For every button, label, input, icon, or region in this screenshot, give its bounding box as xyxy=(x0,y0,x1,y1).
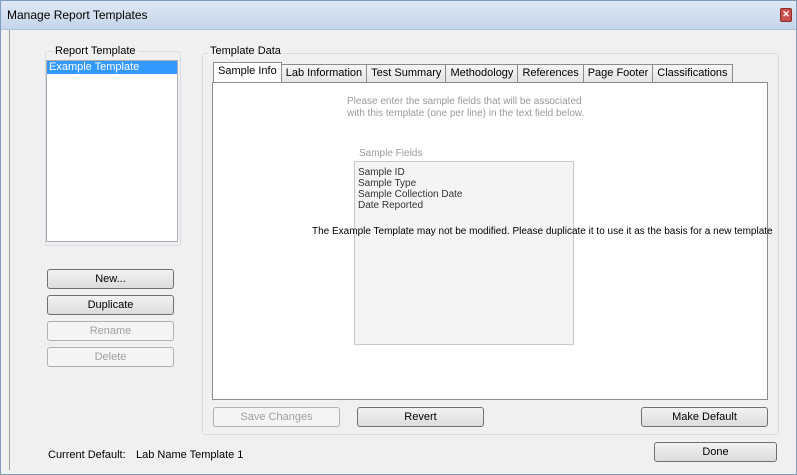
sample-fields-textarea[interactable]: Sample ID Sample Type Sample Collection … xyxy=(354,161,574,345)
save-changes-button[interactable]: Save Changes xyxy=(213,407,340,427)
window-title: Manage Report Templates xyxy=(7,8,148,22)
title-bar[interactable]: Manage Report Templates ✕ xyxy=(1,1,796,30)
instructions-line-2: with this template (one per line) in the… xyxy=(347,108,585,119)
instructions-line-1: Please enter the sample fields that will… xyxy=(347,96,582,107)
tab-classifications[interactable]: Classifications xyxy=(652,64,733,82)
new-button[interactable]: New... xyxy=(47,269,174,289)
tab-methodology[interactable]: Methodology xyxy=(445,64,519,82)
close-icon[interactable]: ✕ xyxy=(780,8,792,22)
sample-fields-label: Sample Fields xyxy=(357,148,425,159)
sample-field-line: Date Reported xyxy=(358,200,424,211)
rename-button[interactable]: Rename xyxy=(47,321,174,341)
sample-field-line: Sample Type xyxy=(358,178,417,189)
template-data-label: Template Data xyxy=(208,45,283,57)
template-data-tabs: Sample Info Lab Information Test Summary… xyxy=(213,62,733,82)
delete-button[interactable]: Delete xyxy=(47,347,174,367)
current-default-value: Lab Name Template 1 xyxy=(136,449,244,461)
tab-test-summary[interactable]: Test Summary xyxy=(366,64,447,82)
current-default-label: Current Default: xyxy=(48,449,126,461)
report-template-list[interactable]: Example Template xyxy=(46,60,178,242)
report-template-label: Report Template xyxy=(53,45,138,57)
sample-field-line: Sample ID xyxy=(358,167,405,178)
tab-references[interactable]: References xyxy=(517,64,584,82)
done-button[interactable]: Done xyxy=(654,442,777,462)
sample-field-line: Sample Collection Date xyxy=(358,189,463,200)
readonly-notice: The Example Template may not be modified… xyxy=(312,226,773,237)
list-item-example-template[interactable]: Example Template xyxy=(47,61,177,74)
tab-lab-information[interactable]: Lab Information xyxy=(280,64,368,82)
duplicate-button[interactable]: Duplicate xyxy=(47,295,174,315)
sample-fields-instructions: Please enter the sample fields that will… xyxy=(347,96,597,120)
revert-button[interactable]: Revert xyxy=(357,407,484,427)
manage-report-templates-window: Manage Report Templates ✕ Report Templat… xyxy=(0,0,797,475)
tab-page-footer[interactable]: Page Footer xyxy=(582,64,654,82)
make-default-button[interactable]: Make Default xyxy=(641,407,768,427)
tab-sample-info[interactable]: Sample Info xyxy=(213,62,282,82)
